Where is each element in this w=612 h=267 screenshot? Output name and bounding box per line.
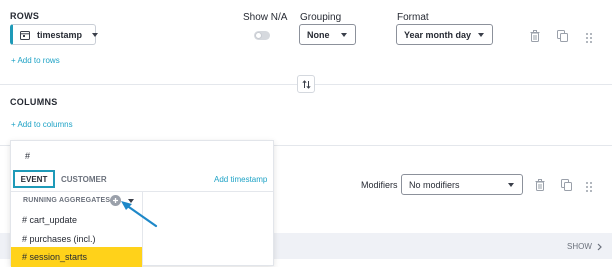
modifiers-label: Modifiers xyxy=(361,180,398,190)
tab-event[interactable]: EVENT xyxy=(13,170,55,188)
chevron-down-icon xyxy=(508,182,514,187)
modifiers-value: No modifiers xyxy=(409,179,460,190)
columns-section-title: COLUMNS xyxy=(10,97,58,107)
rows-section-title: ROWS xyxy=(10,11,40,21)
drag-handle-icon[interactable] xyxy=(586,179,592,197)
show-na-toggle[interactable] xyxy=(254,31,270,40)
show-label: SHOW xyxy=(567,242,592,251)
show-toggle[interactable]: SHOW xyxy=(567,242,602,251)
trash-icon[interactable] xyxy=(535,178,545,196)
modifiers-select[interactable]: No modifiers xyxy=(401,174,523,195)
row-field-timestamp[interactable]: timestamp xyxy=(10,24,99,45)
add-timestamp-link[interactable]: Add timestamp xyxy=(214,175,267,184)
field-search-input[interactable]: # xyxy=(25,151,30,161)
list-item-purchases[interactable]: # purchases (incl.) xyxy=(11,229,142,248)
chevron-down-icon xyxy=(478,32,484,37)
drag-handle-icon[interactable] xyxy=(586,30,592,48)
grouping-header: Grouping xyxy=(300,12,342,23)
trash-icon[interactable] xyxy=(530,29,540,47)
chevron-down-icon xyxy=(92,32,99,37)
calendar-icon xyxy=(20,30,30,40)
show-na-header: Show N/A xyxy=(243,12,288,23)
chevron-down-icon xyxy=(341,32,347,37)
chevron-right-icon xyxy=(597,243,602,251)
format-value: Year month day xyxy=(404,29,472,40)
copy-icon[interactable] xyxy=(557,29,568,47)
format-select[interactable]: Year month day xyxy=(396,24,493,45)
running-aggregates-header: RUNNING AGGREGATES xyxy=(23,197,111,204)
annotation-arrow xyxy=(121,201,158,228)
format-header: Format xyxy=(397,12,429,23)
list-item-session-starts[interactable]: # session_starts xyxy=(11,247,142,267)
grouping-select[interactable]: None xyxy=(299,24,356,45)
swap-icon xyxy=(301,79,311,89)
tab-customer[interactable]: CUSTOMER xyxy=(61,175,107,184)
grouping-value: None xyxy=(307,29,330,40)
row-field-label: timestamp xyxy=(37,29,83,40)
swap-rows-columns-button[interactable] xyxy=(297,75,315,93)
add-to-columns-link[interactable]: + Add to columns xyxy=(11,120,73,129)
add-to-rows-link[interactable]: + Add to rows xyxy=(11,56,60,65)
copy-icon[interactable] xyxy=(561,178,572,196)
